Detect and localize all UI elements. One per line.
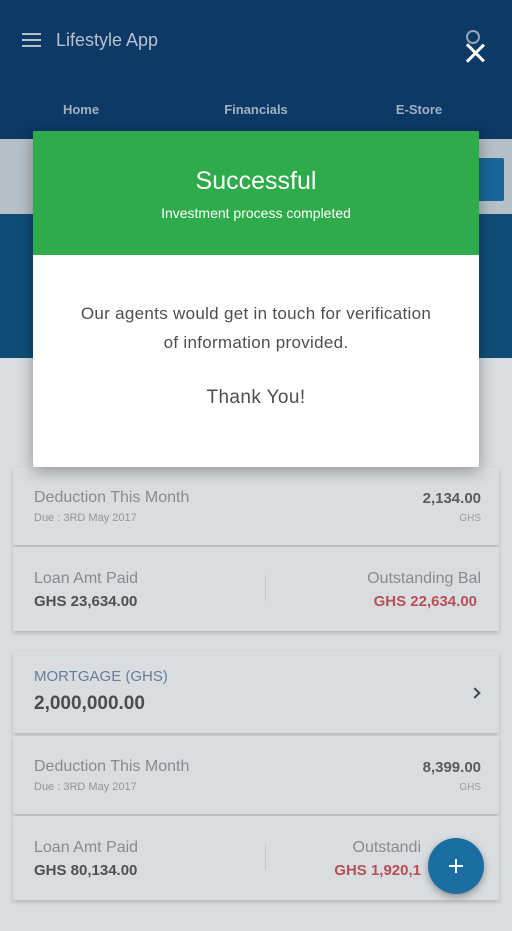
dialog-title: Successful [195,167,317,195]
dialog-subtitle: Investment process completed [161,205,351,221]
dialog-message: Our agents would get in touch for verifi… [80,304,432,352]
dialog-header: Successful Investment process completed [33,131,479,255]
close-icon[interactable] [464,42,486,64]
success-dialog: Successful Investment process completed … [33,131,479,467]
add-icon[interactable] [428,838,484,894]
dialog-thanks: Thank You! [206,387,306,408]
